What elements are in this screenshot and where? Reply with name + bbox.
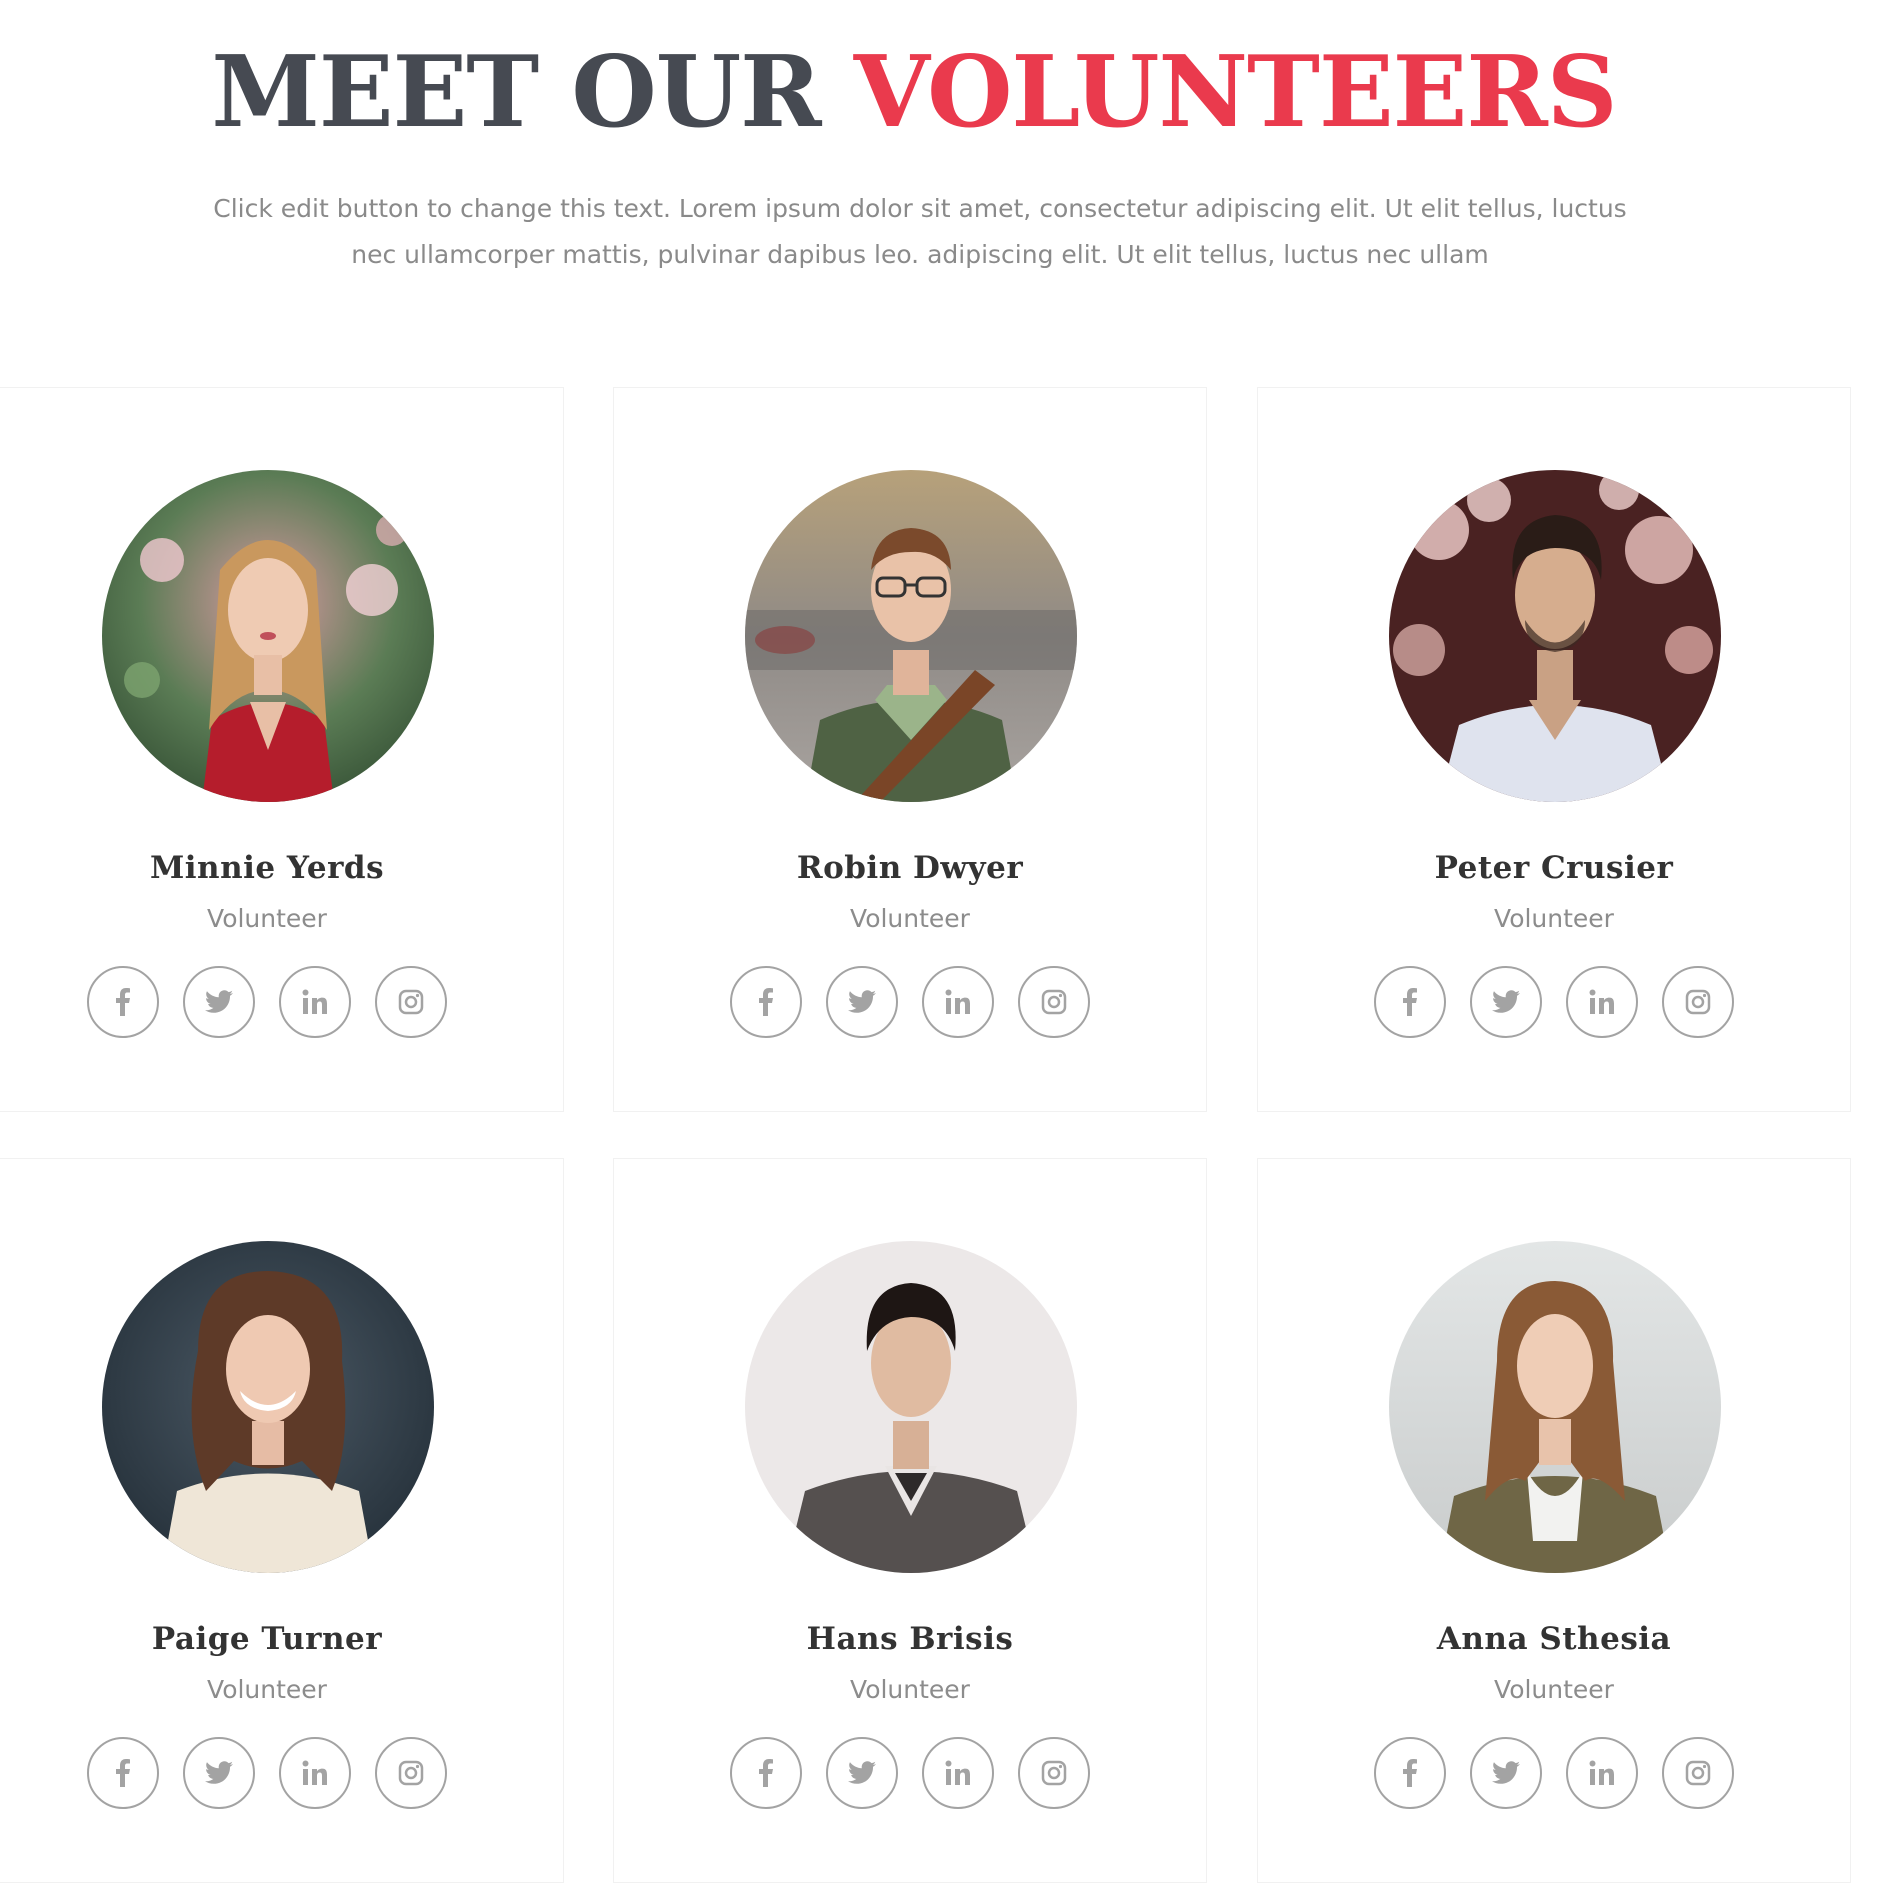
linkedin-icon <box>945 989 970 1014</box>
social-links <box>0 1737 563 1809</box>
instagram-link[interactable] <box>375 1737 447 1809</box>
facebook-icon <box>116 1759 130 1787</box>
facebook-icon <box>116 988 130 1016</box>
volunteer-name: Peter Crusier <box>1434 850 1674 886</box>
instagram-link[interactable] <box>1018 1737 1090 1809</box>
volunteer-card: Paige Turner Volunteer <box>0 1158 564 1883</box>
section-subtitle: Click edit button to change this text. L… <box>213 194 1627 269</box>
instagram-link[interactable] <box>375 966 447 1038</box>
volunteer-name: Hans Brisis <box>806 1621 1014 1657</box>
facebook-icon <box>1403 988 1417 1016</box>
twitter-icon <box>205 990 233 1013</box>
linkedin-link[interactable] <box>279 1737 351 1809</box>
volunteer-role: Volunteer <box>1494 904 1614 933</box>
linkedin-link[interactable] <box>1566 966 1638 1038</box>
instagram-link[interactable] <box>1018 966 1090 1038</box>
volunteer-role: Volunteer <box>850 904 970 933</box>
avatar <box>102 1241 434 1573</box>
social-links <box>614 1737 1206 1809</box>
facebook-icon <box>759 988 773 1016</box>
twitter-icon <box>205 1761 233 1784</box>
volunteer-name: Robin Dwyer <box>796 850 1024 886</box>
volunteer-card: Robin Dwyer Volunteer <box>613 387 1207 1112</box>
section-title: MEET OUR VOLUNTEERS <box>0 38 1828 148</box>
instagram-icon <box>1685 1760 1711 1786</box>
avatar <box>745 1241 1077 1573</box>
instagram-icon <box>1041 1760 1067 1786</box>
social-links <box>0 966 563 1038</box>
linkedin-link[interactable] <box>1566 1737 1638 1809</box>
twitter-link[interactable] <box>1470 1737 1542 1809</box>
twitter-icon <box>848 990 876 1013</box>
twitter-link[interactable] <box>826 1737 898 1809</box>
facebook-icon <box>759 1759 773 1787</box>
instagram-icon <box>398 989 424 1015</box>
linkedin-link[interactable] <box>922 1737 994 1809</box>
instagram-icon <box>1041 989 1067 1015</box>
volunteer-name: Anna Sthesia <box>1436 1621 1672 1657</box>
volunteer-card: Peter Crusier Volunteer <box>1257 387 1851 1112</box>
facebook-link[interactable] <box>87 1737 159 1809</box>
instagram-icon <box>398 1760 424 1786</box>
linkedin-icon <box>302 989 327 1014</box>
facebook-link[interactable] <box>1374 966 1446 1038</box>
linkedin-icon <box>302 1760 327 1785</box>
linkedin-icon <box>945 1760 970 1785</box>
twitter-link[interactable] <box>1470 966 1542 1038</box>
twitter-icon <box>1492 1761 1520 1784</box>
instagram-icon <box>1685 989 1711 1015</box>
volunteer-name: Minnie Yerds <box>149 850 385 886</box>
linkedin-link[interactable] <box>279 966 351 1038</box>
title-accent-part: VOLUNTEERS <box>853 35 1618 150</box>
avatar <box>745 470 1077 802</box>
avatar <box>1389 470 1721 802</box>
twitter-icon <box>848 1761 876 1784</box>
facebook-icon <box>1403 1759 1417 1787</box>
twitter-link[interactable] <box>183 966 255 1038</box>
volunteer-name: Paige Turner <box>151 1621 383 1657</box>
social-links <box>1258 966 1850 1038</box>
volunteer-card: Anna Sthesia Volunteer <box>1257 1158 1851 1883</box>
title-dark-part: MEET OUR <box>211 35 821 150</box>
volunteer-role: Volunteer <box>207 904 327 933</box>
facebook-link[interactable] <box>730 966 802 1038</box>
linkedin-link[interactable] <box>922 966 994 1038</box>
volunteer-role: Volunteer <box>1494 1675 1614 1704</box>
avatar <box>1389 1241 1721 1573</box>
social-links <box>1258 1737 1850 1809</box>
linkedin-icon <box>1589 1760 1614 1785</box>
linkedin-icon <box>1589 989 1614 1014</box>
facebook-link[interactable] <box>730 1737 802 1809</box>
twitter-link[interactable] <box>826 966 898 1038</box>
volunteer-card: Minnie Yerds Volunteer <box>0 387 564 1112</box>
social-links <box>614 966 1206 1038</box>
volunteer-role: Volunteer <box>207 1675 327 1704</box>
avatar <box>102 470 434 802</box>
instagram-link[interactable] <box>1662 1737 1734 1809</box>
volunteer-role: Volunteer <box>850 1675 970 1704</box>
twitter-link[interactable] <box>183 1737 255 1809</box>
instagram-link[interactable] <box>1662 966 1734 1038</box>
facebook-link[interactable] <box>1374 1737 1446 1809</box>
volunteers-section: MEET OUR VOLUNTEERS Click edit button to… <box>0 0 1900 1900</box>
facebook-link[interactable] <box>87 966 159 1038</box>
twitter-icon <box>1492 990 1520 1013</box>
volunteer-card: Hans Brisis Volunteer <box>613 1158 1207 1883</box>
